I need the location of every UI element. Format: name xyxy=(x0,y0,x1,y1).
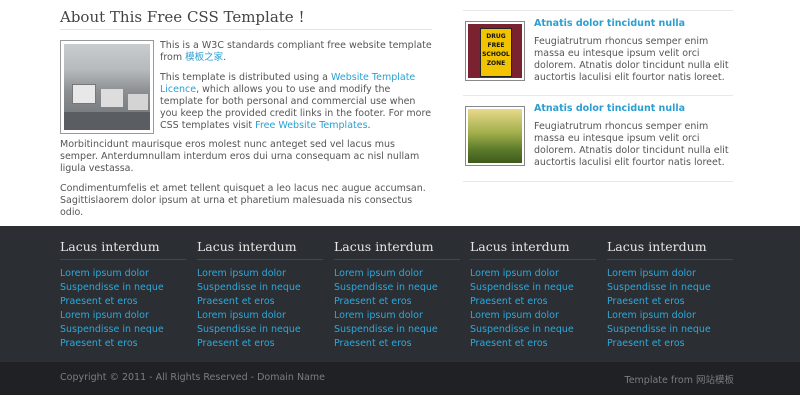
intro-paragraph-1: This is a W3C standards compliant free w… xyxy=(160,40,432,64)
footer-link[interactable]: Suspendisse in neque xyxy=(60,324,164,335)
body-paragraph-4: Condimentumfelis et amet tellent quisque… xyxy=(60,183,426,218)
news-text: Feugiatrutrum rhoncus semper enim massa … xyxy=(534,121,729,168)
computer-lab-image xyxy=(60,40,154,134)
period: . xyxy=(367,120,371,131)
footer-link[interactable]: Suspendisse in neque xyxy=(607,282,711,293)
footer-column-heading: Lacus interdum xyxy=(334,238,460,260)
news-text: Feugiatrutrum rhoncus semper enim massa … xyxy=(534,36,729,83)
footer-column-heading: Lacus interdum xyxy=(607,238,733,260)
footer-link[interactable]: Suspendisse in neque xyxy=(197,282,301,293)
footer-column-heading: Lacus interdum xyxy=(197,238,323,260)
about-intro: This is a W3C standards compliant free w… xyxy=(60,40,432,134)
footer-link[interactable]: Suspendisse in neque xyxy=(334,324,438,335)
footer-link[interactable]: Suspendisse in neque xyxy=(60,282,164,293)
period: . xyxy=(223,52,227,63)
footer-link[interactable]: Praesent et eros xyxy=(607,338,685,349)
news-section: Atnatis dolor tincidunt nulla Feugiatrut… xyxy=(463,10,733,182)
bottom-bar: Copyright © 2011 - All Rights Reserved -… xyxy=(0,362,800,395)
footer-column-heading: Lacus interdum xyxy=(470,238,596,260)
template-credit-link[interactable]: Template from 网站模板 xyxy=(625,372,735,386)
footer-column-heading: Lacus interdum xyxy=(60,238,186,260)
news-item: Atnatis dolor tincidunt nulla Feugiatrut… xyxy=(463,10,733,96)
footer-link[interactable]: Lorem ipsum dolor xyxy=(470,310,559,321)
footer-link[interactable]: Lorem ipsum dolor xyxy=(197,310,286,321)
footer-column: Lacus interdum Lorem ipsum dolor Suspend… xyxy=(607,238,733,351)
footer-link[interactable]: Praesent et eros xyxy=(470,338,548,349)
news-title[interactable]: Atnatis dolor tincidunt nulla xyxy=(534,103,733,114)
copyright-text: Copyright © 2011 - All Rights Reserved -… xyxy=(60,372,325,383)
footer-link[interactable]: Suspendisse in neque xyxy=(334,282,438,293)
drug-free-sign-image[interactable] xyxy=(465,21,525,81)
footer-link[interactable]: Suspendisse in neque xyxy=(607,324,711,335)
footer-link[interactable]: Suspendisse in neque xyxy=(197,324,301,335)
main-content: About This Free CSS Template ! This is a… xyxy=(0,0,800,226)
footer-link[interactable]: Lorem ipsum dolor xyxy=(60,310,149,321)
footer-link[interactable]: Praesent et eros xyxy=(197,338,275,349)
footer-column: Lacus interdum Lorem ipsum dolor Suspend… xyxy=(197,238,323,351)
footer-link[interactable]: Praesent et eros xyxy=(60,296,138,307)
footer-links: Lacus interdum Lorem ipsum dolor Suspend… xyxy=(0,226,800,362)
footer-link[interactable]: Lorem ipsum dolor xyxy=(197,268,286,279)
footer-link[interactable]: Lorem ipsum dolor xyxy=(334,310,423,321)
intro-paragraph-2: This template is distributed using a Web… xyxy=(160,72,432,132)
body-paragraph-3: Morbitincidunt maurisque eros molest nun… xyxy=(60,139,420,174)
footer-link[interactable]: Lorem ipsum dolor xyxy=(60,268,149,279)
footer-link[interactable]: Suspendisse in neque xyxy=(470,282,574,293)
footer-link[interactable]: Praesent et eros xyxy=(470,296,548,307)
footer-link[interactable]: Praesent et eros xyxy=(334,338,412,349)
park-image[interactable] xyxy=(465,106,525,166)
news-title[interactable]: Atnatis dolor tincidunt nulla xyxy=(534,18,733,29)
footer-link[interactable]: Praesent et eros xyxy=(197,296,275,307)
footer-column: Lacus interdum Lorem ipsum dolor Suspend… xyxy=(334,238,460,351)
footer-link[interactable]: Praesent et eros xyxy=(60,338,138,349)
intro-text: This is a W3C standards compliant free w… xyxy=(160,40,432,132)
news-item: Atnatis dolor tincidunt nulla Feugiatrut… xyxy=(463,96,733,182)
about-body: Morbitincidunt maurisque eros molest nun… xyxy=(60,139,432,219)
footer-link[interactable]: Lorem ipsum dolor xyxy=(470,268,559,279)
licence-text-a: This template is distributed using a xyxy=(160,72,332,83)
footer-column: Lacus interdum Lorem ipsum dolor Suspend… xyxy=(60,238,186,351)
footer-link[interactable]: Lorem ipsum dolor xyxy=(334,268,423,279)
footer-link[interactable]: Lorem ipsum dolor xyxy=(607,310,696,321)
footer-link[interactable]: Suspendisse in neque xyxy=(470,324,574,335)
footer-link[interactable]: Praesent et eros xyxy=(607,296,685,307)
footer-column: Lacus interdum Lorem ipsum dolor Suspend… xyxy=(470,238,596,351)
free-templates-link[interactable]: Free Website Templates xyxy=(255,120,367,131)
about-section: About This Free CSS Template ! This is a… xyxy=(60,8,432,227)
template-home-link[interactable]: 模板之家 xyxy=(185,52,223,63)
footer-link[interactable]: Lorem ipsum dolor xyxy=(607,268,696,279)
footer-link[interactable]: Praesent et eros xyxy=(334,296,412,307)
about-title: About This Free CSS Template ! xyxy=(60,8,432,30)
